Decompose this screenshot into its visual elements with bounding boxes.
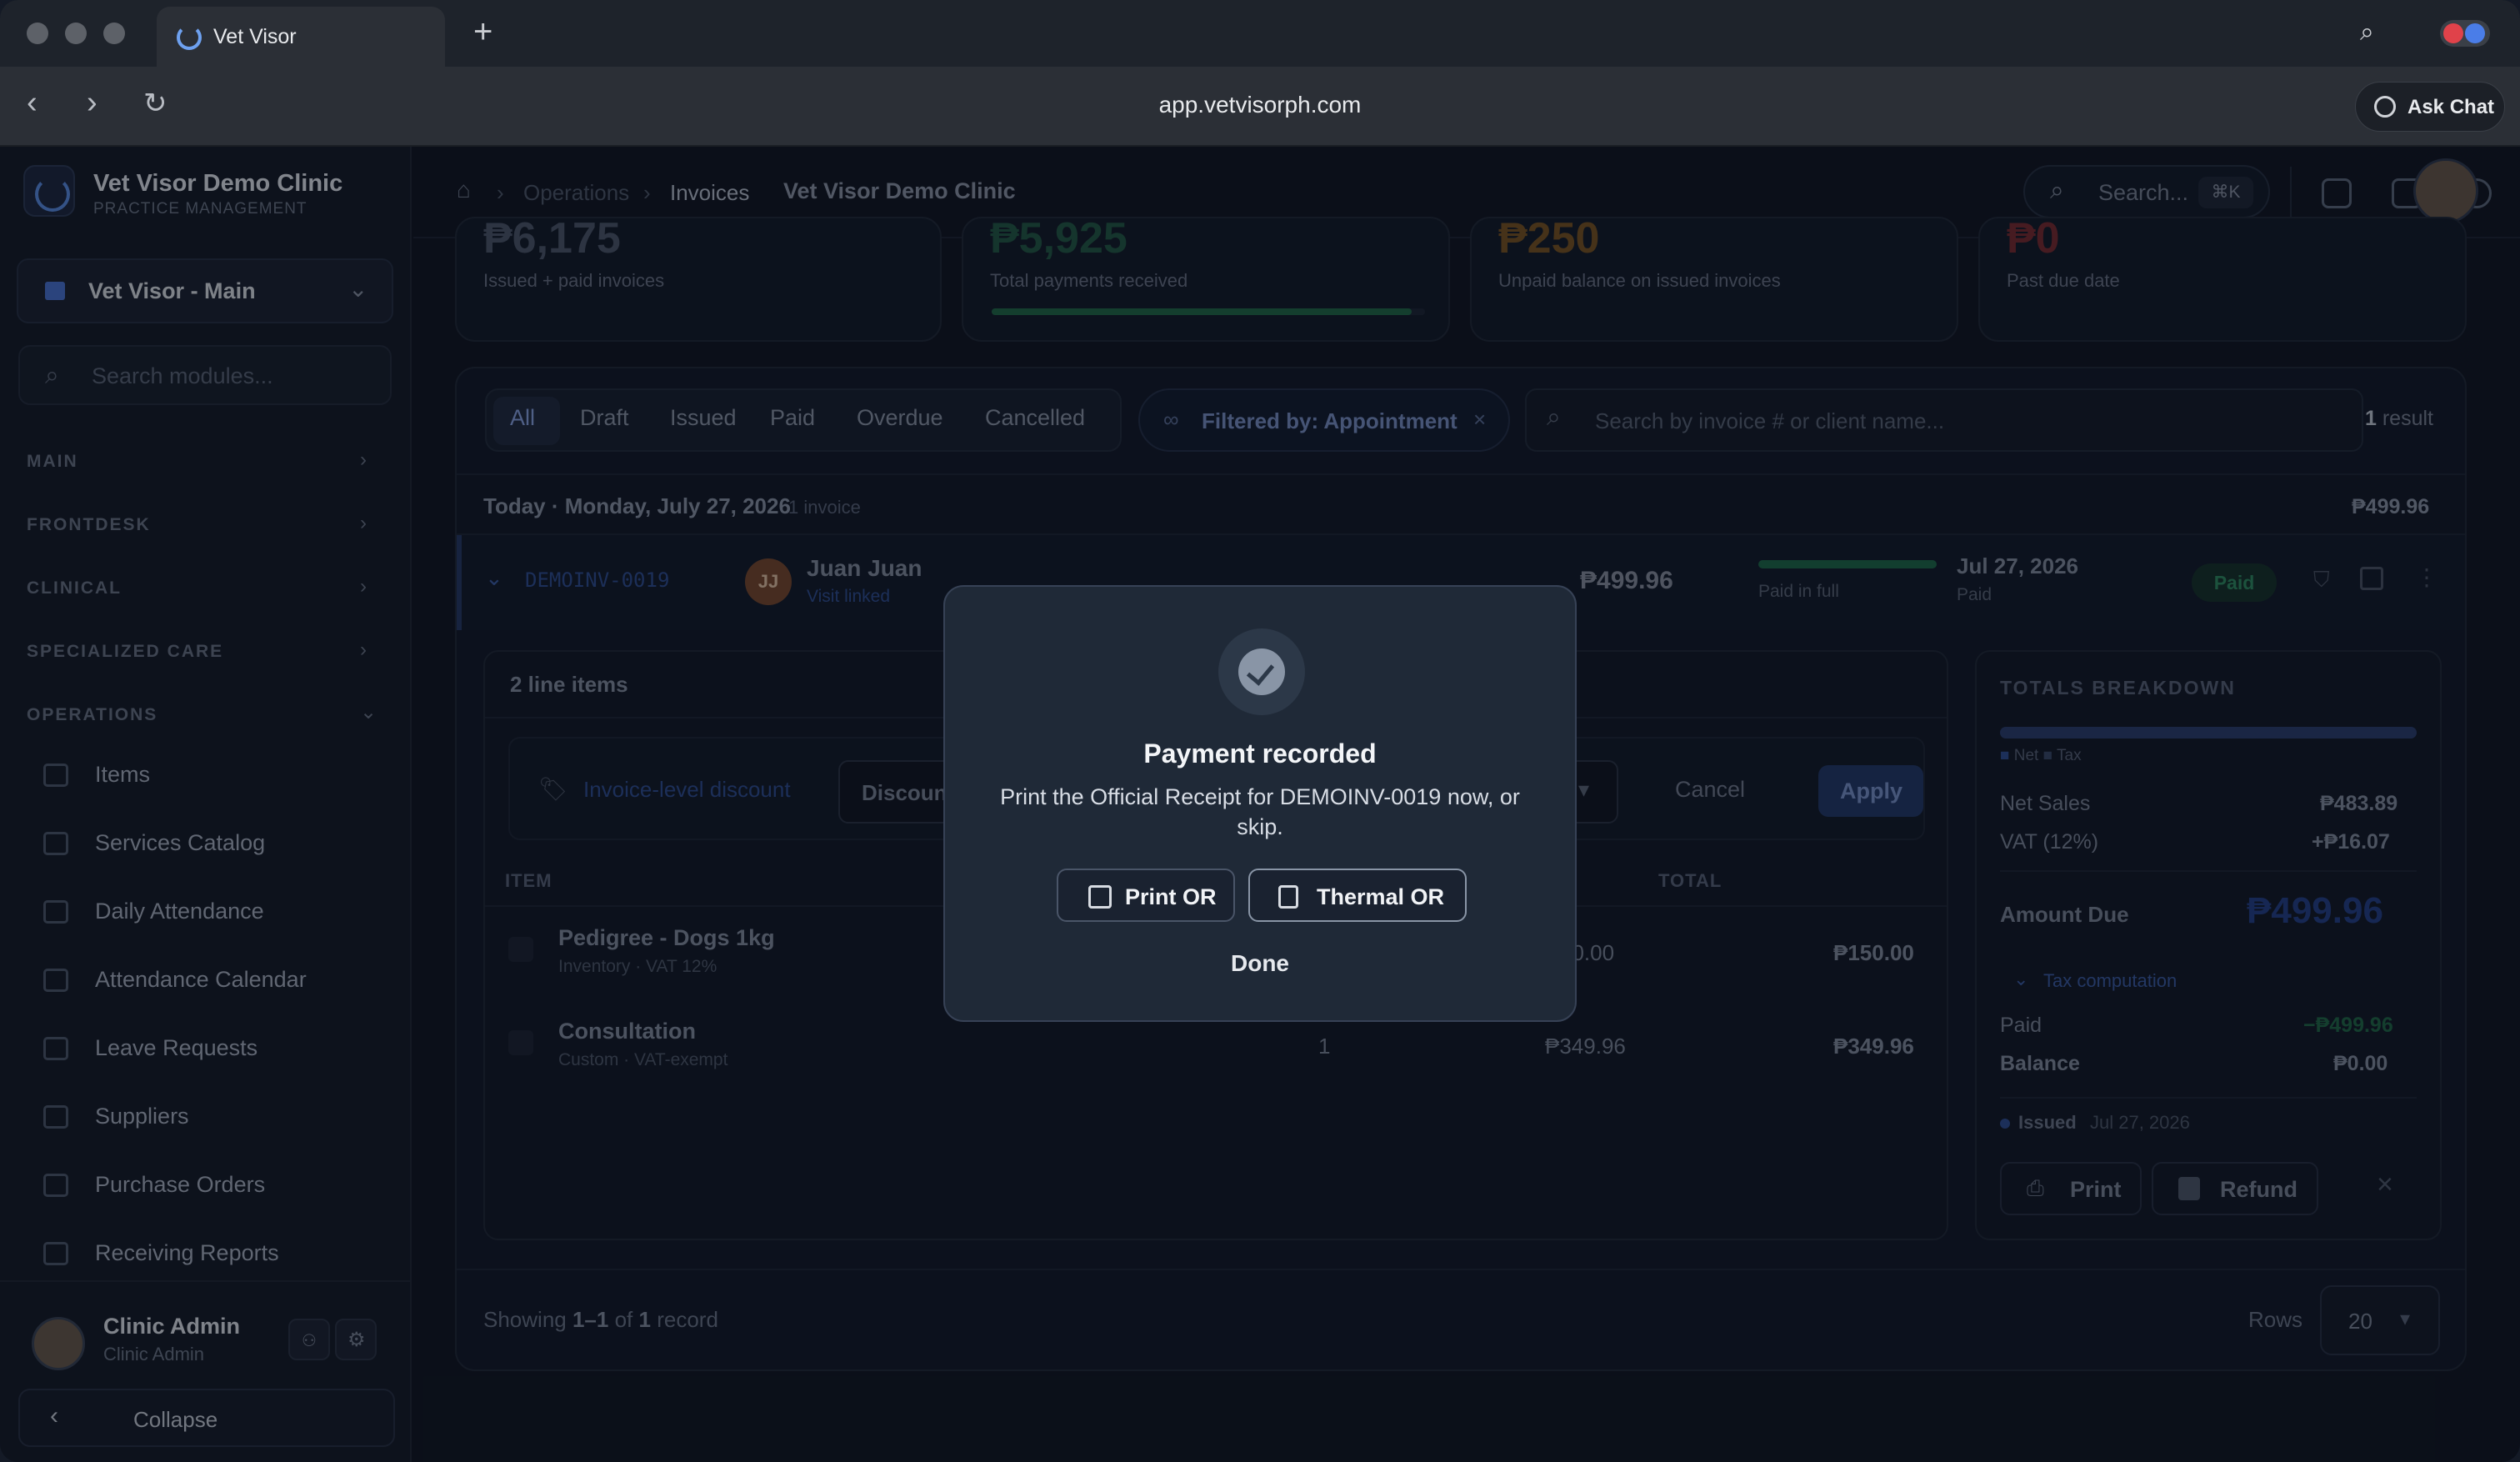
address-bar: ‹ › ↻ app.vetvisorph.com Ask Chat — [0, 67, 2520, 147]
maximize-window-button[interactable] — [103, 23, 125, 44]
dialog-message: Print the Official Receipt for DEMOINV-0… — [1000, 784, 1520, 839]
minimize-window-button[interactable] — [65, 23, 87, 44]
thermal-or-label: Thermal OR — [1317, 884, 1445, 909]
chat-spark-icon — [2374, 96, 2396, 118]
browser-search-icon[interactable]: ⌕ — [2360, 18, 2374, 47]
browser-tab-bar: Vet Visor + ⌕ — [0, 0, 2520, 67]
reload-icon[interactable]: ↻ — [143, 87, 168, 120]
extensions-icon[interactable] — [2440, 20, 2490, 47]
thermal-or-button[interactable]: Thermal OR — [1248, 869, 1467, 922]
url-text[interactable]: app.vetvisorph.com — [1000, 92, 1520, 118]
new-tab-plus-icon[interactable]: + — [473, 13, 492, 51]
ask-chat-label: Ask Chat — [2408, 96, 2495, 118]
done-button[interactable]: Done — [945, 950, 1575, 977]
success-check-icon — [1218, 628, 1305, 715]
back-icon[interactable]: ‹ — [27, 85, 38, 121]
tab-title: Vet Visor — [213, 25, 297, 48]
vetvisor-favicon-icon — [177, 25, 202, 50]
ask-chat-button[interactable]: Ask Chat — [2355, 82, 2505, 132]
browser-tab[interactable]: Vet Visor — [157, 7, 445, 67]
pdf-icon — [1088, 885, 1112, 909]
browser-window: Vet Visor + ⌕ ‹ › ↻ app.vetvisorph.com A… — [0, 0, 2520, 1462]
receipt-icon — [1278, 885, 1298, 909]
payment-recorded-dialog: Payment recorded Print the Official Rece… — [943, 585, 1577, 1022]
print-or-button[interactable]: Print OR — [1057, 869, 1235, 922]
close-window-button[interactable] — [27, 23, 48, 44]
forward-icon[interactable]: › — [87, 85, 98, 121]
print-or-label: Print OR — [1125, 884, 1217, 909]
dialog-title: Payment recorded — [1143, 739, 1377, 769]
